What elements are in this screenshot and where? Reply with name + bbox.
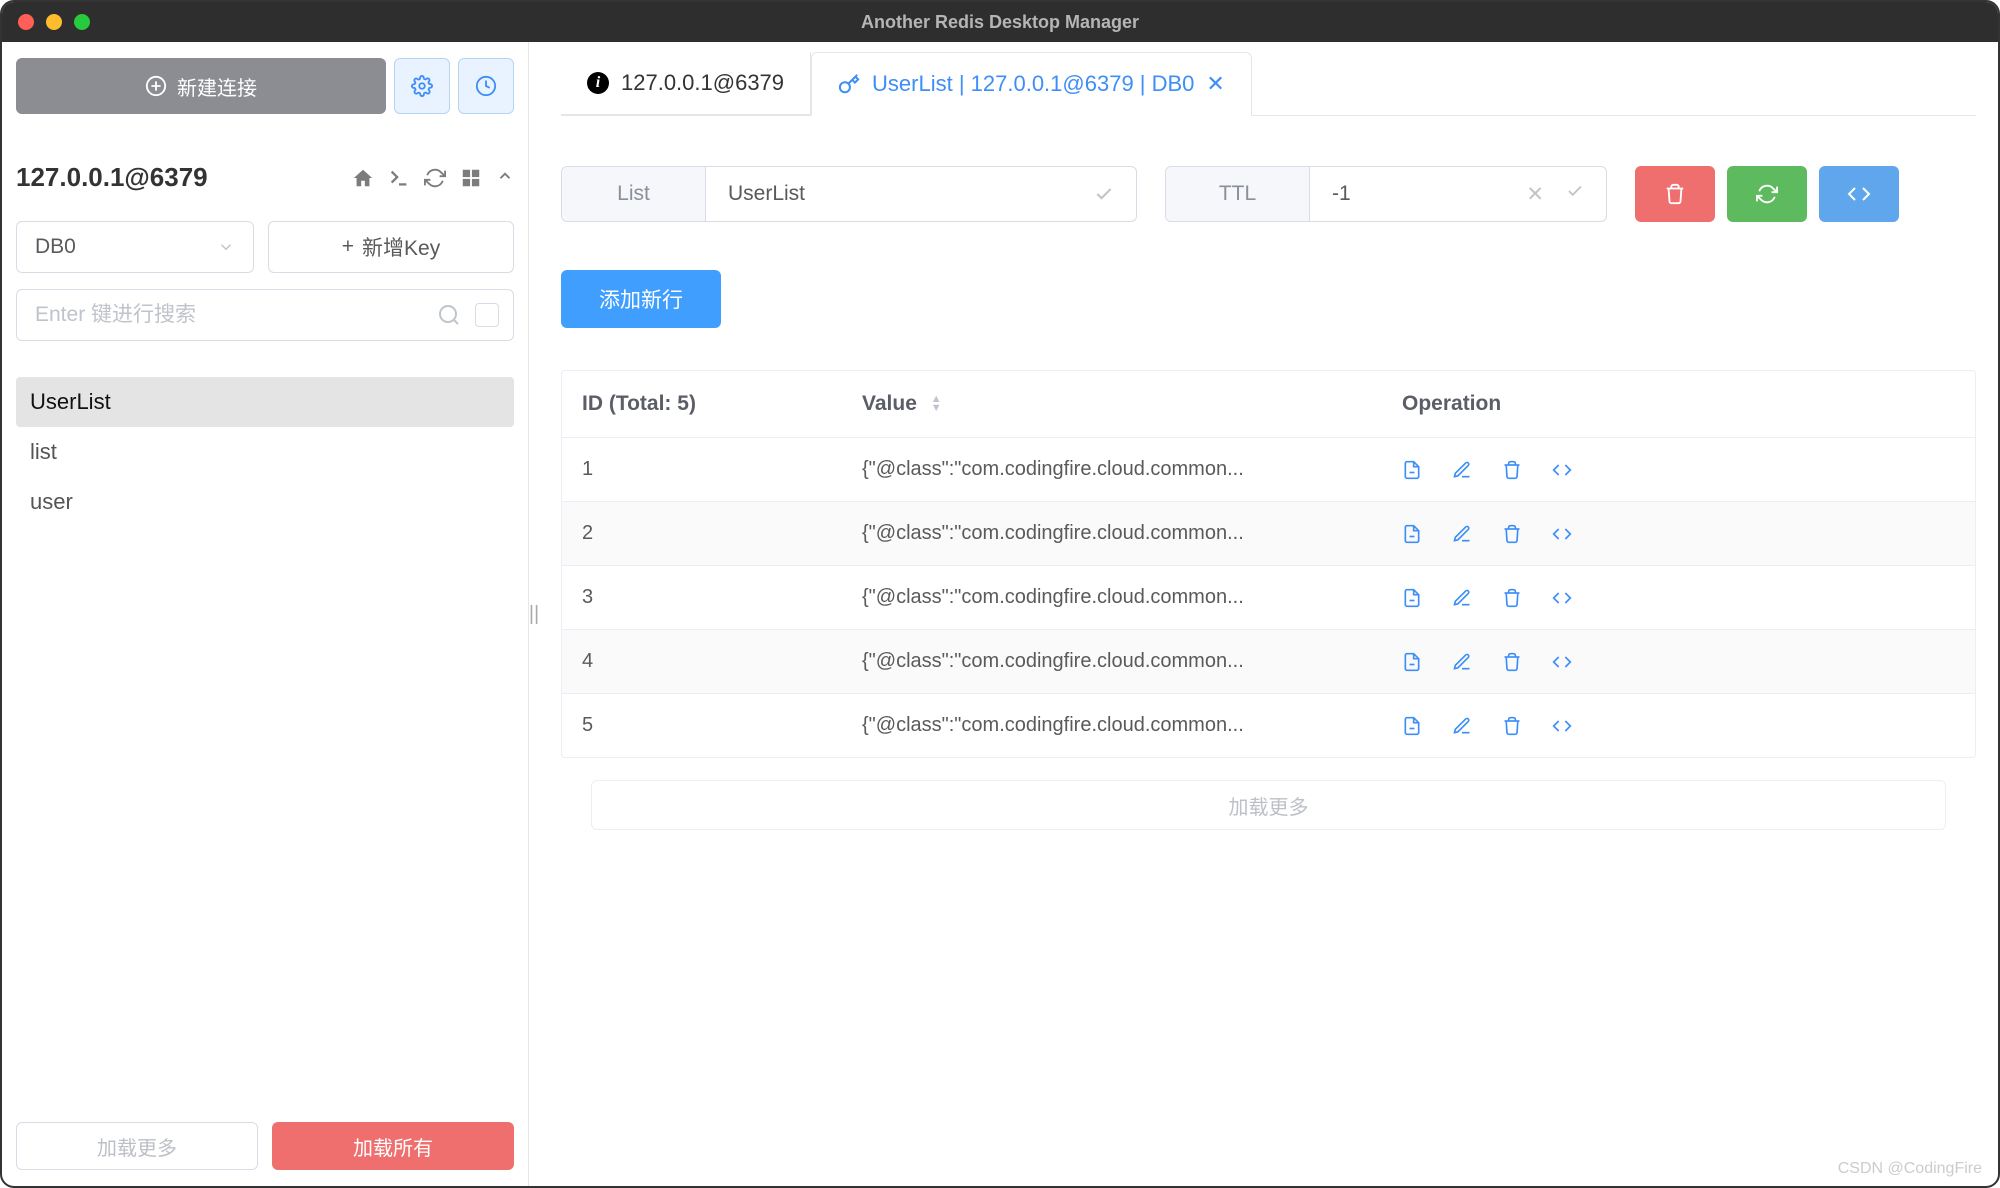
table-row[interactable]: 4 {"@class":"com.codingfire.cloud.common… bbox=[562, 629, 1975, 693]
terminal-icon[interactable] bbox=[388, 167, 410, 189]
chevron-down-icon bbox=[217, 238, 235, 256]
table-row[interactable]: 3 {"@class":"com.codingfire.cloud.common… bbox=[562, 565, 1975, 629]
tabs: i 127.0.0.1@6379 UserList | 127.0.0.1@63… bbox=[561, 52, 1976, 116]
sidebar: 新建连接 127.0.0.1@6379 bbox=[2, 42, 529, 1186]
row-value: {"@class":"com.codingfire.cloud.common..… bbox=[862, 458, 1402, 481]
row-id: 1 bbox=[562, 458, 862, 481]
search-input[interactable] bbox=[35, 303, 437, 327]
search-icon[interactable] bbox=[437, 303, 461, 327]
delete-row-icon[interactable] bbox=[1502, 588, 1522, 608]
tab-close-icon[interactable]: ✕ bbox=[1206, 71, 1224, 97]
code-row-icon[interactable] bbox=[1552, 588, 1572, 608]
edit-row-icon[interactable] bbox=[1452, 716, 1472, 736]
delete-row-icon[interactable] bbox=[1502, 460, 1522, 480]
key-item-list[interactable]: list bbox=[16, 427, 514, 477]
window-close[interactable] bbox=[18, 14, 34, 30]
titlebar: Another Redis Desktop Manager bbox=[2, 2, 1998, 42]
edit-row-icon[interactable] bbox=[1452, 652, 1472, 672]
key-item-userlist[interactable]: UserList bbox=[16, 377, 514, 427]
log-button[interactable] bbox=[458, 58, 514, 114]
confirm-ttl-icon[interactable] bbox=[1566, 182, 1584, 207]
home-icon[interactable] bbox=[352, 167, 374, 189]
code-row-icon[interactable] bbox=[1552, 524, 1572, 544]
table-load-more-button[interactable]: 加载更多 bbox=[591, 780, 1946, 830]
delete-row-icon[interactable] bbox=[1502, 652, 1522, 672]
refresh-key-button[interactable] bbox=[1727, 166, 1807, 222]
row-id: 2 bbox=[562, 522, 862, 545]
sidebar-load-more-button[interactable]: 加载更多 bbox=[16, 1122, 258, 1170]
splitter[interactable]: || bbox=[529, 42, 539, 1186]
key-list: UserList list user bbox=[16, 377, 514, 527]
watermark: CSDN @CodingFire bbox=[1838, 1160, 1982, 1178]
key-type-label: List bbox=[562, 167, 706, 221]
clock-icon bbox=[475, 75, 497, 97]
edit-row-icon[interactable] bbox=[1452, 588, 1472, 608]
confirm-icon[interactable] bbox=[1094, 184, 1114, 204]
ttl-input[interactable]: -1 ✕ bbox=[1310, 167, 1606, 221]
row-id: 4 bbox=[562, 650, 862, 673]
window-maximize[interactable] bbox=[74, 14, 90, 30]
copy-row-icon[interactable] bbox=[1402, 588, 1422, 608]
copy-row-icon[interactable] bbox=[1402, 524, 1422, 544]
key-item-user[interactable]: user bbox=[16, 477, 514, 527]
sidebar-load-all-button[interactable]: 加载所有 bbox=[272, 1122, 514, 1170]
delete-row-icon[interactable] bbox=[1502, 716, 1522, 736]
operation-header: Operation bbox=[1402, 392, 1975, 416]
refresh-icon bbox=[1756, 183, 1778, 205]
info-icon: i bbox=[587, 72, 609, 94]
app-title: Another Redis Desktop Manager bbox=[198, 12, 1802, 33]
grid-icon[interactable] bbox=[460, 167, 482, 189]
copy-row-icon[interactable] bbox=[1402, 652, 1422, 672]
settings-button[interactable] bbox=[394, 58, 450, 114]
row-id: 5 bbox=[562, 714, 862, 737]
window-minimize[interactable] bbox=[46, 14, 62, 30]
edit-row-icon[interactable] bbox=[1452, 460, 1472, 480]
code-row-icon[interactable] bbox=[1552, 716, 1572, 736]
sort-icon: ▲▼ bbox=[931, 395, 942, 413]
copy-row-icon[interactable] bbox=[1402, 460, 1422, 480]
code-view-button[interactable] bbox=[1819, 166, 1899, 222]
code-row-icon[interactable] bbox=[1552, 460, 1572, 480]
ttl-label: TTL bbox=[1166, 167, 1310, 221]
plus-circle-icon bbox=[145, 75, 167, 97]
add-row-button[interactable]: 添加新行 bbox=[561, 270, 721, 328]
exact-match-checkbox[interactable] bbox=[475, 303, 499, 327]
code-icon bbox=[1847, 182, 1871, 206]
tab-connection-info[interactable]: i 127.0.0.1@6379 bbox=[561, 52, 811, 115]
refresh-icon[interactable] bbox=[424, 167, 446, 189]
value-header[interactable]: Value ▲▼ bbox=[862, 392, 1402, 416]
new-connection-button[interactable]: 新建连接 bbox=[16, 58, 386, 114]
new-key-button[interactable]: + 新增Key bbox=[268, 221, 514, 273]
table-row[interactable]: 5 {"@class":"com.codingfire.cloud.common… bbox=[562, 693, 1975, 757]
copy-row-icon[interactable] bbox=[1402, 716, 1422, 736]
row-value: {"@class":"com.codingfire.cloud.common..… bbox=[862, 714, 1402, 737]
delete-key-button[interactable] bbox=[1635, 166, 1715, 222]
clear-icon[interactable]: ✕ bbox=[1526, 182, 1544, 207]
tab-key-userlist[interactable]: UserList | 127.0.0.1@6379 | DB0 ✕ bbox=[811, 52, 1252, 116]
row-value: {"@class":"com.codingfire.cloud.common..… bbox=[862, 522, 1402, 545]
plus-icon: + bbox=[342, 235, 354, 259]
collapse-icon[interactable] bbox=[496, 167, 514, 189]
edit-row-icon[interactable] bbox=[1452, 524, 1472, 544]
gear-icon bbox=[411, 75, 433, 97]
trash-icon bbox=[1664, 183, 1686, 205]
code-row-icon[interactable] bbox=[1552, 652, 1572, 672]
row-id: 3 bbox=[562, 586, 862, 609]
connection-title: 127.0.0.1@6379 bbox=[16, 162, 208, 193]
id-header: ID (Total: 5) bbox=[562, 392, 862, 416]
table-row[interactable]: 2 {"@class":"com.codingfire.cloud.common… bbox=[562, 501, 1975, 565]
row-value: {"@class":"com.codingfire.cloud.common..… bbox=[862, 650, 1402, 673]
row-value: {"@class":"com.codingfire.cloud.common..… bbox=[862, 586, 1402, 609]
key-icon bbox=[838, 73, 860, 95]
db-select[interactable]: DB0 bbox=[16, 221, 254, 273]
key-name-input[interactable]: UserList bbox=[706, 167, 1136, 221]
table-row[interactable]: 1 {"@class":"com.codingfire.cloud.common… bbox=[562, 437, 1975, 501]
data-table: ID (Total: 5) Value ▲▼ Operation 1 {"@cl… bbox=[561, 370, 1976, 758]
delete-row-icon[interactable] bbox=[1502, 524, 1522, 544]
